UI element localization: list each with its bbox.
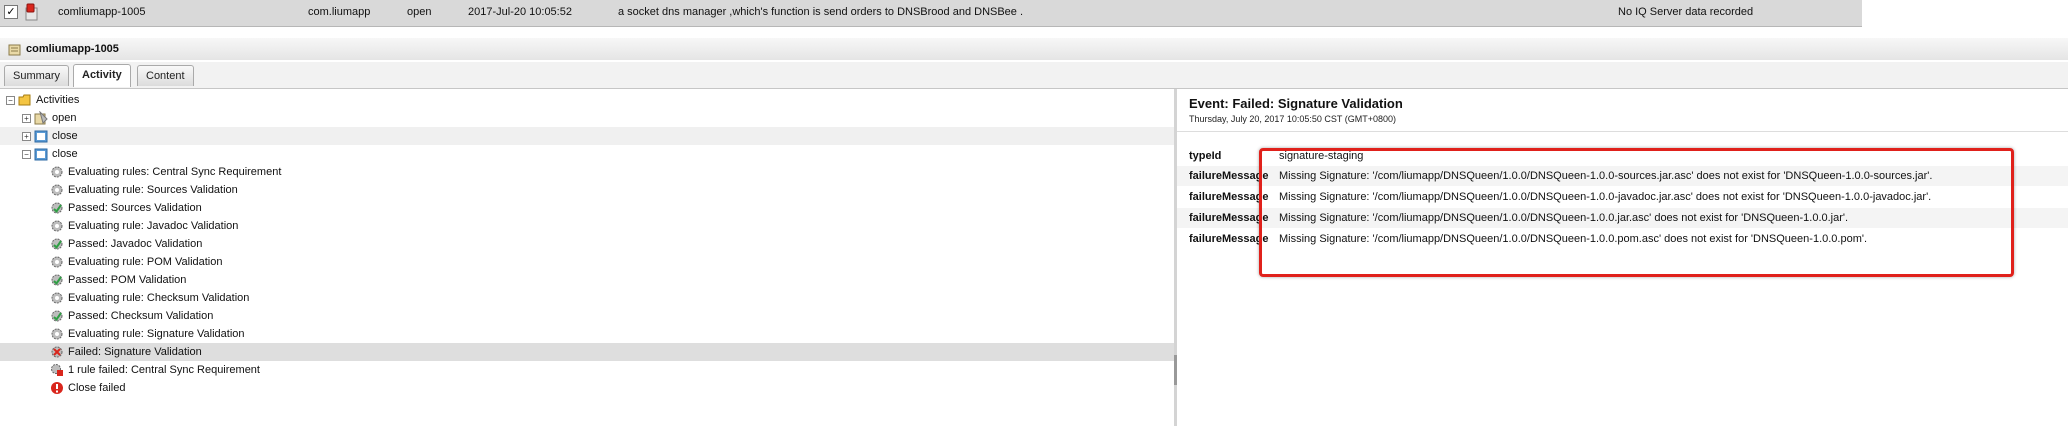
tree-label: open <box>52 112 77 124</box>
error-icon <box>51 382 63 394</box>
iq-server-status: No IQ Server data recorded <box>1618 6 1754 18</box>
tree-step[interactable]: Evaluating rule: POM Validation <box>0 253 400 271</box>
tree-label: Evaluating rule: Sources Validation <box>68 184 238 196</box>
tree-step[interactable]: Evaluating rules: Central Sync Requireme… <box>0 163 400 181</box>
tree-step[interactable]: Passed: POM Validation <box>0 271 400 289</box>
repository-row[interactable]: ✓ comliumapp-1005 com.liumapp open 2017-… <box>0 0 1862 27</box>
tree-node-open[interactable]: + open <box>0 109 200 127</box>
repository-profile: com.liumapp <box>308 6 371 18</box>
tree-step[interactable]: 1 rule failed: Central Sync Requirement <box>0 361 400 379</box>
tree-label: Evaluating rule: Signature Validation <box>68 328 245 340</box>
tree-label: Evaluating rule: POM Validation <box>68 256 223 268</box>
page-title: comliumapp-1005 <box>26 43 119 55</box>
rule-failed-icon <box>51 364 63 376</box>
close-activity-icon <box>34 130 48 143</box>
repository-title-bar: comliumapp-1005 <box>0 38 2068 60</box>
property-key: failureMessage <box>1189 170 1269 182</box>
evaluate-gear-icon <box>51 220 63 232</box>
tree-label: Close failed <box>68 382 126 394</box>
tree-step-selected[interactable]: Failed: Signature Validation <box>0 343 1174 361</box>
tree-step[interactable]: Passed: Sources Validation <box>0 199 400 217</box>
divider <box>1177 131 2068 132</box>
expand-icon[interactable]: + <box>22 132 31 141</box>
property-key: failureMessage <box>1189 191 1269 203</box>
tree-label: Evaluating rule: Checksum Validation <box>68 292 250 304</box>
tree-node-close-1[interactable]: + close <box>0 127 1174 145</box>
tree-step[interactable]: Close failed <box>0 379 400 397</box>
open-activity-icon <box>34 111 48 125</box>
evaluate-gear-icon <box>51 292 63 304</box>
tree-step[interactable]: Evaluating rule: Javadoc Validation <box>0 217 400 235</box>
tree-label: Evaluating rule: Javadoc Validation <box>68 220 239 232</box>
repository-status-icon <box>25 3 38 21</box>
close-activity-icon <box>34 148 48 161</box>
tree-label: Passed: Javadoc Validation <box>68 238 203 250</box>
folder-icon <box>18 94 31 106</box>
evaluate-gear-icon <box>51 256 63 268</box>
property-key: typeId <box>1189 150 1222 162</box>
tree-step[interactable]: Passed: Checksum Validation <box>0 307 400 325</box>
tree-step[interactable]: Evaluating rule: Checksum Validation <box>0 289 400 307</box>
property-key: failureMessage <box>1189 212 1269 224</box>
tab-strip: Summary Activity Content <box>0 62 2068 89</box>
tree-label: close <box>52 148 78 160</box>
evaluate-gear-icon <box>51 184 63 196</box>
tree-label: Passed: Sources Validation <box>68 202 202 214</box>
collapse-icon[interactable]: − <box>22 150 31 159</box>
tab-activity[interactable]: Activity <box>73 64 131 87</box>
tree-node-activities[interactable]: − Activities <box>0 91 200 109</box>
tree-label: close <box>52 130 78 142</box>
tree-step[interactable]: Evaluating rule: Signature Validation <box>0 325 400 343</box>
repository-status: open <box>407 6 432 18</box>
repository-updated: 2017-Jul-20 10:05:52 <box>468 6 572 18</box>
evaluate-gear-icon <box>51 166 63 178</box>
tree-step[interactable]: Evaluating rule: Sources Validation <box>0 181 400 199</box>
annotation-highlight-box <box>1259 148 2014 277</box>
evaluate-gear-icon <box>51 328 63 340</box>
failed-icon <box>51 346 63 358</box>
tree-step[interactable]: Passed: Javadoc Validation <box>0 235 400 253</box>
tree-label: Activities <box>36 94 80 106</box>
tab-content[interactable]: Content <box>137 65 194 86</box>
row-checkbox[interactable]: ✓ <box>4 5 18 19</box>
event-title: Event: Failed: Signature Validation <box>1189 96 1403 111</box>
passed-icon <box>51 238 63 250</box>
tab-summary[interactable]: Summary <box>4 65 70 86</box>
tree-label: Passed: POM Validation <box>68 274 187 286</box>
collapse-icon[interactable]: − <box>6 96 15 105</box>
passed-icon <box>51 202 63 214</box>
tree-node-close-2[interactable]: − close <box>0 145 200 163</box>
tree-label: 1 rule failed: Central Sync Requirement <box>68 364 260 376</box>
expand-icon[interactable]: + <box>22 114 31 123</box>
property-key: failureMessage <box>1189 233 1269 245</box>
repository-icon <box>8 44 21 56</box>
passed-icon <box>51 310 63 322</box>
event-date: Thursday, July 20, 2017 10:05:50 CST (GM… <box>1189 114 1397 124</box>
repository-description: a socket dns manager ,which's function i… <box>618 6 1024 18</box>
passed-icon <box>51 274 63 286</box>
activity-tree-panel: − Activities + open + close − close Eval… <box>0 89 1177 426</box>
repository-name: comliumapp-1005 <box>58 6 146 18</box>
tree-label: Failed: Signature Validation <box>68 346 202 358</box>
tree-label: Evaluating rules: Central Sync Requireme… <box>68 166 282 178</box>
tree-label: Passed: Checksum Validation <box>68 310 214 322</box>
